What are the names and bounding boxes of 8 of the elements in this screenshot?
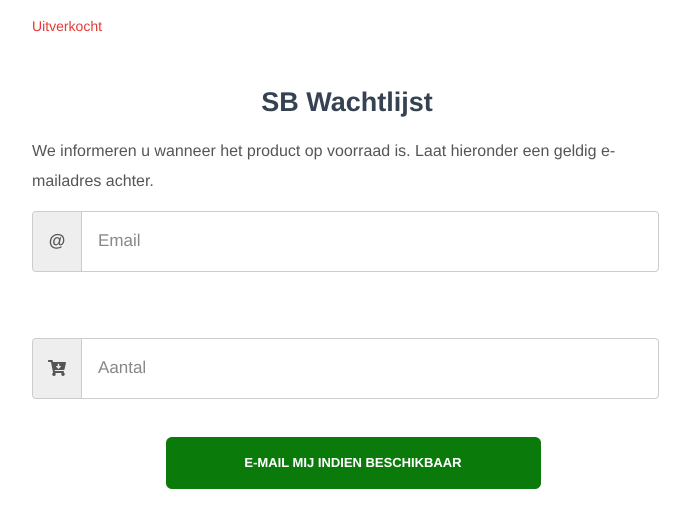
input-group[interactable]: @ Email <box>32 210 659 272</box>
at-sign: @ <box>48 230 66 252</box>
description: We informeren u wanneer het product op voorraad is. Laat hieronder een geldig e-mailadres achter. <box>32 142 616 192</box>
input-field[interactable]: Email <box>82 212 658 270</box>
form-title: SB Wachtlijst <box>260 86 434 119</box>
stock-status: Uitverkocht <box>32 17 104 36</box>
cart-icon <box>48 359 66 377</box>
notify-button[interactable]: E-MAIL MIJ INDIEN BESCHIKBAAR <box>166 436 540 488</box>
